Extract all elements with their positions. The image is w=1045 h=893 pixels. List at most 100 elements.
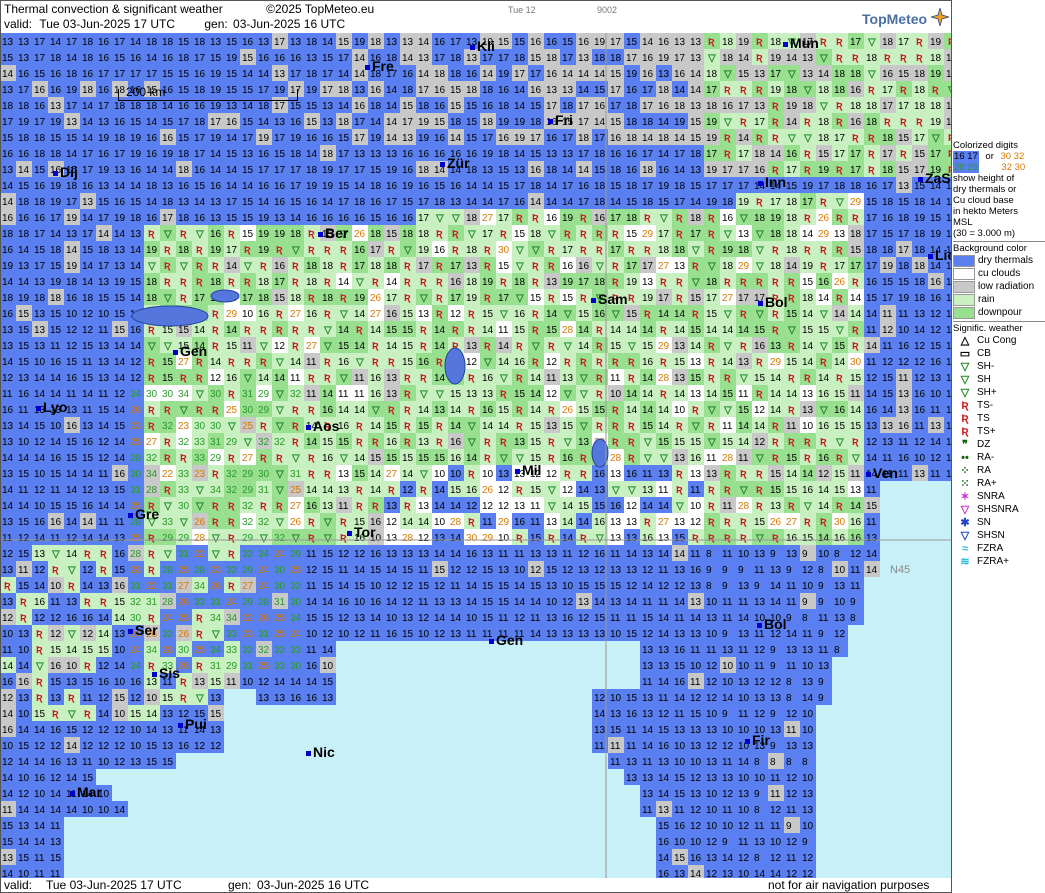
height-value-mark: 15	[162, 693, 174, 704]
height-value-mark: 15	[482, 613, 494, 624]
height-value-mark: 18	[66, 277, 78, 288]
height-value-mark: 15	[114, 293, 126, 304]
height-value-mark: 17	[322, 69, 334, 80]
weather-symbol-mark: Ʀ	[836, 165, 843, 176]
height-value-mark: 11	[930, 469, 941, 480]
height-value-mark: 15	[610, 181, 622, 192]
height-value-mark: 18	[146, 293, 158, 304]
weather-symbol-mark: Ʀ	[308, 325, 315, 336]
height-value-mark: 13	[770, 501, 782, 512]
height-value-mark: 14	[402, 517, 414, 528]
height-value-mark: 18	[546, 53, 558, 64]
height-value-mark: 15	[226, 213, 238, 224]
weather-symbol-mark: Ʀ	[516, 405, 523, 416]
height-value-mark: 17	[354, 261, 366, 272]
height-value-mark: 17	[50, 213, 62, 224]
height-value-mark: 17	[834, 261, 846, 272]
height-value-mark: 15	[754, 517, 766, 528]
height-value-mark: 19	[226, 53, 238, 64]
height-value-mark: 16	[322, 133, 334, 144]
height-value-mark: 17	[402, 117, 414, 128]
height-value-mark: 13	[898, 405, 910, 416]
height-value-mark: 17	[578, 101, 590, 112]
height-value-mark: 15	[290, 197, 302, 208]
height-value-mark: 14	[514, 149, 526, 160]
height-value-mark: 16	[274, 181, 286, 192]
height-value-mark: 28	[146, 485, 158, 496]
height-value-mark: 25	[226, 405, 238, 416]
height-value-mark: 19	[98, 133, 110, 144]
weather-symbol-mark: ▽	[819, 309, 828, 320]
height-value-mark: 13	[674, 517, 686, 528]
height-value-mark: 14	[2, 485, 14, 496]
height-value-mark: 30	[274, 565, 286, 576]
height-value-mark: 19	[418, 133, 430, 144]
weather-symbol-mark: Ʀ	[628, 437, 635, 448]
weather-symbol-mark: Ʀ	[68, 581, 75, 592]
height-value-mark: 15	[610, 725, 622, 736]
height-value-mark: 11	[418, 565, 429, 576]
height-value-mark: 32	[162, 421, 174, 432]
weather-symbol-mark: Ʀ	[308, 517, 315, 528]
height-value-mark: 12	[690, 693, 702, 704]
weather-symbol-mark: Ʀ	[708, 37, 715, 48]
weather-symbol-mark: Ʀ	[660, 357, 667, 368]
height-value-mark: 30	[130, 469, 142, 480]
height-value-mark: 24	[258, 581, 270, 592]
height-value-mark: 14	[930, 437, 942, 448]
height-value-mark: 18	[834, 181, 846, 192]
height-value-mark: 16	[66, 293, 78, 304]
weather-symbol-mark: ▽	[723, 405, 732, 416]
height-value-mark: 14	[866, 565, 878, 576]
height-value-mark: 30	[146, 389, 158, 400]
weather-symbol-mark: Ʀ	[676, 213, 683, 224]
height-value-mark: 13	[626, 517, 638, 528]
height-value-mark: 15	[66, 133, 78, 144]
weather-symbol-mark: Ʀ	[356, 437, 363, 448]
height-value-mark: 15	[658, 197, 670, 208]
height-value-mark: 26	[130, 405, 142, 416]
height-value-mark: 15	[322, 549, 334, 560]
height-value-mark: 14	[226, 133, 238, 144]
height-value-mark: 14	[50, 229, 62, 240]
weather-map[interactable]: 13 13 17 14 17 18 16 17 14 18 18 15 18 13 15 16 13 17 13 18…	[0, 33, 952, 878]
height-value-mark: 31	[258, 485, 270, 496]
height-value-mark: 15	[306, 101, 318, 112]
height-value-mark: 16	[130, 165, 142, 176]
weather-symbol-mark: Ʀ	[740, 533, 747, 544]
height-value-mark: 9	[818, 581, 824, 592]
height-value-mark: 12	[898, 357, 910, 368]
height-value-mark: 22	[194, 549, 206, 560]
height-value-mark: 12	[466, 357, 478, 368]
height-value-mark: 10	[34, 357, 46, 368]
height-value-mark: 19	[770, 213, 782, 224]
height-value-mark: 11	[354, 389, 365, 400]
height-value-mark: 16	[674, 69, 686, 80]
height-value-mark: 13	[882, 421, 894, 432]
height-value-mark: 32	[146, 453, 158, 464]
weather-symbol-mark: Ʀ	[292, 405, 299, 416]
height-value-mark: 19	[50, 277, 62, 288]
height-value-mark: 14	[258, 117, 270, 128]
height-value-mark: 16	[898, 421, 910, 432]
height-value-mark: 15	[338, 37, 350, 48]
weather-symbol-mark: Ʀ	[756, 485, 763, 496]
height-value-mark: 13	[610, 517, 622, 528]
topmeteo-logo[interactable]: TopMeteo	[862, 6, 951, 28]
height-value-mark: 17	[226, 197, 238, 208]
height-value-mark: 18	[866, 117, 878, 128]
weather-symbol-mark: Ʀ	[404, 421, 411, 432]
height-value-mark: 17	[290, 69, 302, 80]
height-value-mark: 13	[642, 661, 654, 672]
weather-symbol-mark: Ʀ	[708, 501, 715, 512]
height-value-mark: 11	[530, 501, 541, 512]
height-value-mark: 14	[450, 501, 462, 512]
height-value-mark: 16	[50, 85, 62, 96]
height-value-mark: 12	[498, 485, 510, 496]
weather-symbol-mark: Ʀ	[228, 533, 235, 544]
weather-symbol-mark: ▽	[691, 245, 700, 256]
weather-symbol-mark: Ʀ	[660, 325, 667, 336]
height-value-mark: 17	[690, 229, 702, 240]
height-value-mark: 18	[482, 117, 494, 128]
weather-symbol-mark: Ʀ	[596, 341, 603, 352]
